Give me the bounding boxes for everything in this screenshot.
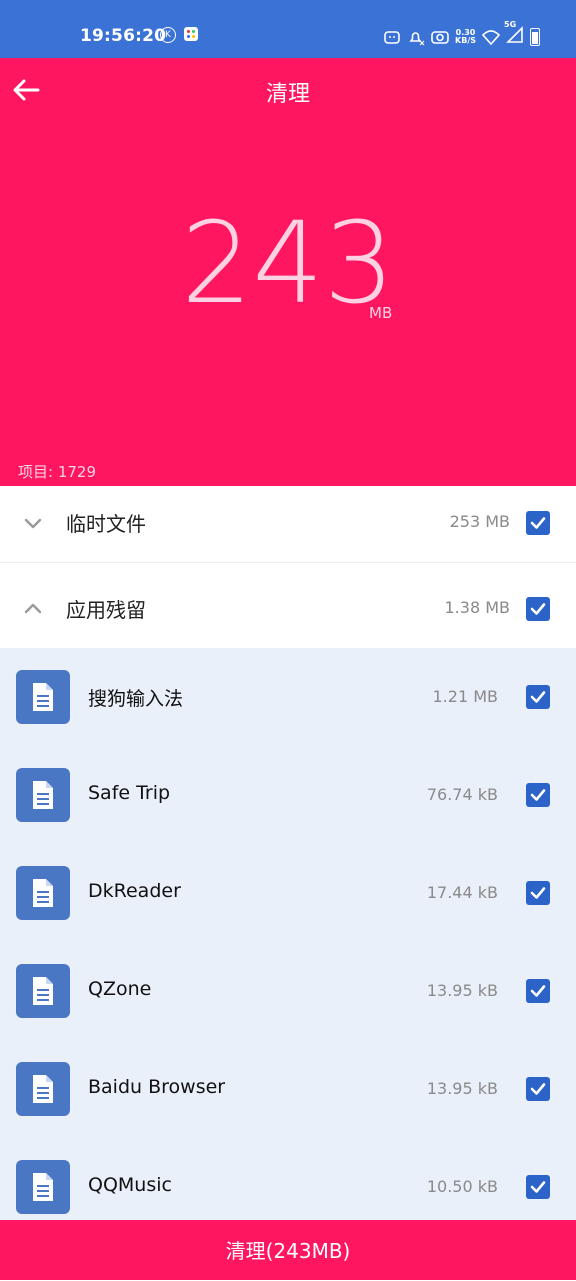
app-size: 76.74 kB (426, 785, 498, 804)
category-checkbox[interactable] (526, 511, 550, 535)
net-speed: 0.30 KB/S (455, 28, 476, 45)
app-name: Baidu Browser (88, 1076, 226, 1098)
document-icon (16, 1160, 70, 1214)
app-checkbox[interactable] (526, 783, 550, 807)
document-icon (16, 670, 70, 724)
app-checkbox[interactable] (526, 1175, 550, 1199)
app-name: QQMusic (88, 1174, 172, 1196)
app-size: 13.95 kB (426, 1079, 498, 1098)
document-icon (16, 866, 70, 920)
checkmark-icon (530, 1083, 546, 1095)
chevron-down-icon[interactable] (24, 514, 42, 532)
bell-muted-icon (409, 32, 425, 46)
app-checkbox[interactable] (526, 1077, 550, 1101)
status-bar: 19:56:20 K 0.30 KB/S 5G (0, 0, 576, 58)
app-size: 17.44 kB (426, 883, 498, 902)
checkmark-icon (530, 1181, 546, 1193)
category-size: 253 MB (449, 512, 510, 531)
app-residue-list[interactable]: 搜狗输入法 1.21 MB Safe Trip 76.74 kB DkReade… (0, 648, 576, 1220)
status-right-icons: 0.30 KB/S 5G (383, 20, 540, 48)
app-name: QZone (88, 978, 152, 1000)
list-item[interactable]: QZone 13.95 kB (0, 942, 576, 1040)
app-checkbox[interactable] (526, 685, 550, 709)
page-title: 清理 (265, 82, 310, 107)
cat-face-icon (384, 31, 400, 44)
category-label: 应用残留 (66, 598, 146, 622)
document-icon (16, 768, 70, 822)
checkmark-icon (530, 517, 546, 529)
category-label: 临时文件 (66, 512, 146, 536)
checkmark-icon (530, 985, 546, 997)
app-size: 1.21 MB (432, 687, 499, 706)
category-checkbox[interactable] (526, 597, 550, 621)
total-size-unit: MB (369, 304, 393, 322)
k-app-icon: K (160, 27, 176, 43)
checkmark-icon (530, 789, 546, 801)
app-name: DkReader (88, 880, 181, 902)
battery-icon (530, 28, 540, 46)
list-item[interactable]: Baidu Browser 13.95 kB (0, 1040, 576, 1138)
chevron-up-icon[interactable] (24, 600, 42, 618)
status-time: 19:56:20 (80, 26, 167, 46)
status-left-icons: K (160, 27, 198, 43)
app-size: 10.50 kB (426, 1177, 498, 1196)
checkmark-icon (530, 603, 546, 615)
app-checkbox[interactable] (526, 881, 550, 905)
list-item[interactable]: Safe Trip 76.74 kB (0, 746, 576, 844)
category-temp-files[interactable]: 临时文件 253 MB (0, 486, 576, 563)
document-icon (16, 964, 70, 1018)
app-checkbox[interactable] (526, 979, 550, 1003)
camera-icon (431, 31, 449, 44)
checkmark-icon (530, 887, 546, 899)
category-size: 1.38 MB (444, 598, 511, 617)
list-item[interactable]: DkReader 17.44 kB (0, 844, 576, 942)
item-count: 项目: 1729 (18, 463, 96, 481)
wifi-icon (482, 30, 500, 46)
list-item[interactable]: 搜狗输入法 1.21 MB (0, 648, 576, 746)
app-grid-icon (184, 27, 198, 41)
summary-header: 清理 243 MB 项目: 1729 (0, 58, 576, 486)
total-size-value: 243 (181, 199, 395, 329)
clean-button[interactable]: 清理(243MB) (0, 1220, 576, 1280)
document-icon (16, 1062, 70, 1116)
checkmark-icon (530, 691, 546, 703)
category-app-residue[interactable]: 应用残留 1.38 MB (0, 572, 576, 648)
app-size: 13.95 kB (426, 981, 498, 1000)
signal-group: 5G (504, 20, 524, 48)
app-name: Safe Trip (88, 782, 171, 804)
app-name: 搜狗输入法 (88, 688, 184, 710)
